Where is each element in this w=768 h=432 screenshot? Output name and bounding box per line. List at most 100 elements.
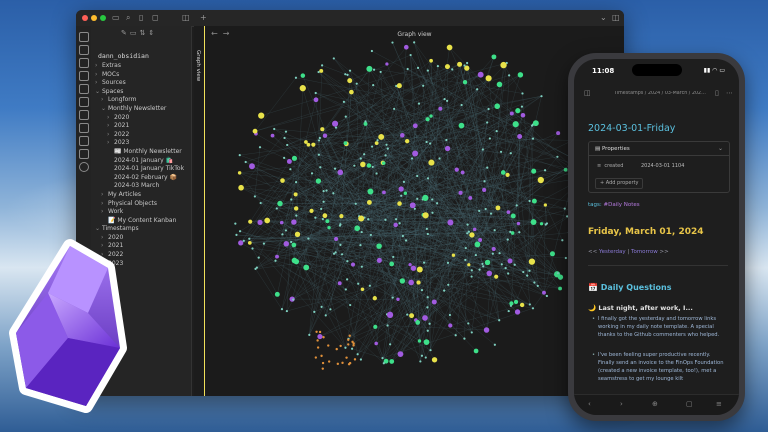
zoom-window-button[interactable] [100, 15, 106, 21]
graph-node[interactable] [391, 296, 394, 299]
graph-node[interactable] [338, 224, 342, 227]
graph-node[interactable] [385, 143, 388, 146]
graph-node[interactable] [295, 181, 298, 184]
graph-node[interactable] [366, 65, 373, 72]
file-tree-item[interactable]: › Longform [95, 96, 191, 105]
graph-node[interactable] [496, 81, 503, 88]
graph-node[interactable] [348, 69, 352, 72]
graph-node[interactable] [398, 186, 404, 192]
graph-node[interactable] [327, 225, 331, 230]
graph-node[interactable] [549, 251, 555, 257]
graph-node[interactable] [360, 161, 366, 168]
graph-node[interactable] [354, 225, 361, 232]
graph-node[interactable] [484, 207, 487, 211]
graph-node[interactable] [498, 252, 501, 255]
graph-node[interactable] [379, 70, 382, 74]
graph-node[interactable] [350, 262, 356, 267]
graph-node[interactable] [274, 259, 277, 262]
collapse-all-icon[interactable]: ⇕ [148, 29, 157, 37]
graph-node[interactable] [403, 44, 409, 50]
file-tree-item[interactable]: ⌄ Spaces [95, 88, 191, 97]
graph-node[interactable] [384, 154, 387, 157]
graph-node[interactable] [306, 142, 311, 147]
graph-node[interactable] [391, 41, 394, 44]
file-tree-item[interactable]: › My Articles [95, 191, 191, 200]
graph-node[interactable] [368, 284, 371, 287]
graph-node[interactable] [486, 270, 493, 277]
graph-node[interactable] [509, 230, 512, 233]
file-tree-item[interactable]: 📝 My Content Kanban [95, 217, 191, 226]
graph-node[interactable] [238, 230, 242, 233]
graph-node[interactable] [317, 153, 320, 156]
kanban-icon[interactable] [79, 110, 89, 120]
graph-node[interactable] [264, 217, 271, 224]
graph-node[interactable] [349, 303, 352, 307]
graph-node[interactable] [468, 196, 473, 200]
graph-node[interactable] [244, 160, 247, 164]
graph-node[interactable] [320, 354, 323, 358]
graph-node[interactable] [366, 163, 372, 168]
graph-node[interactable] [531, 307, 535, 310]
graph-node[interactable] [415, 320, 421, 325]
graph-node[interactable] [542, 290, 546, 295]
graph-node[interactable] [447, 219, 454, 226]
graph-node[interactable] [403, 191, 408, 195]
graph-node[interactable] [315, 330, 318, 334]
graph-node[interactable] [483, 180, 486, 183]
graph-node[interactable] [423, 261, 426, 264]
file-tree-item[interactable]: › Extras [95, 62, 191, 71]
graph-node[interactable] [484, 259, 491, 266]
graph-node[interactable] [382, 362, 385, 365]
graph-node[interactable] [400, 194, 403, 197]
graph-node[interactable] [392, 255, 395, 259]
graph-node[interactable] [482, 187, 487, 193]
graph-node[interactable] [486, 166, 489, 169]
graph-node[interactable] [324, 314, 327, 317]
graph-node[interactable] [422, 194, 429, 202]
graph-node[interactable] [483, 327, 490, 333]
graph-node[interactable] [238, 184, 244, 191]
graph-node[interactable] [248, 237, 251, 240]
new-note-icon[interactable]: ✎ [121, 29, 130, 37]
graph-node[interactable] [416, 197, 419, 200]
graph-node[interactable] [448, 323, 453, 328]
graph-node[interactable] [509, 111, 514, 116]
graph-node[interactable] [528, 258, 536, 265]
file-tree-item[interactable]: › Sources [95, 79, 191, 88]
graph-node[interactable] [545, 294, 548, 298]
forward-arrow-icon[interactable]: › [620, 400, 623, 408]
graph-node[interactable] [404, 138, 410, 144]
graph-node[interactable] [372, 296, 377, 301]
daily-notes-tag[interactable]: #Daily Notes [604, 202, 640, 208]
graph-node[interactable] [451, 68, 454, 71]
graph-node[interactable] [393, 107, 396, 110]
graph-node[interactable] [412, 123, 418, 129]
graph-node[interactable] [355, 82, 358, 85]
graph-node[interactable] [322, 189, 325, 193]
graph-node[interactable] [347, 338, 350, 341]
graph-node[interactable] [333, 167, 337, 170]
command-palette-icon[interactable] [79, 97, 89, 107]
file-tree-item[interactable]: 2024-01 January 🛍️ [95, 157, 191, 166]
graph-node[interactable] [317, 139, 321, 142]
graph-node[interactable] [457, 61, 463, 67]
graph-node[interactable] [283, 241, 290, 247]
graph-node[interactable] [429, 114, 433, 118]
graph-node[interactable] [389, 261, 395, 267]
chevron-down-icon[interactable]: ⌄ [718, 145, 723, 152]
graph-node[interactable] [481, 262, 484, 266]
graph-node[interactable] [318, 136, 321, 140]
graph-node[interactable] [384, 218, 387, 221]
graph-node[interactable] [412, 150, 419, 157]
graph-node[interactable] [531, 137, 535, 140]
search-icon[interactable]: ⌕ [126, 13, 130, 23]
graph-node[interactable] [281, 233, 284, 236]
graph-node[interactable] [464, 246, 467, 250]
graph-node[interactable] [293, 206, 299, 211]
graph-node[interactable] [283, 156, 286, 159]
graph-node[interactable] [522, 270, 525, 274]
graph-node[interactable] [408, 279, 414, 286]
graph-node[interactable] [322, 336, 325, 339]
graph-node[interactable] [447, 283, 450, 286]
graph-node[interactable] [311, 142, 316, 147]
